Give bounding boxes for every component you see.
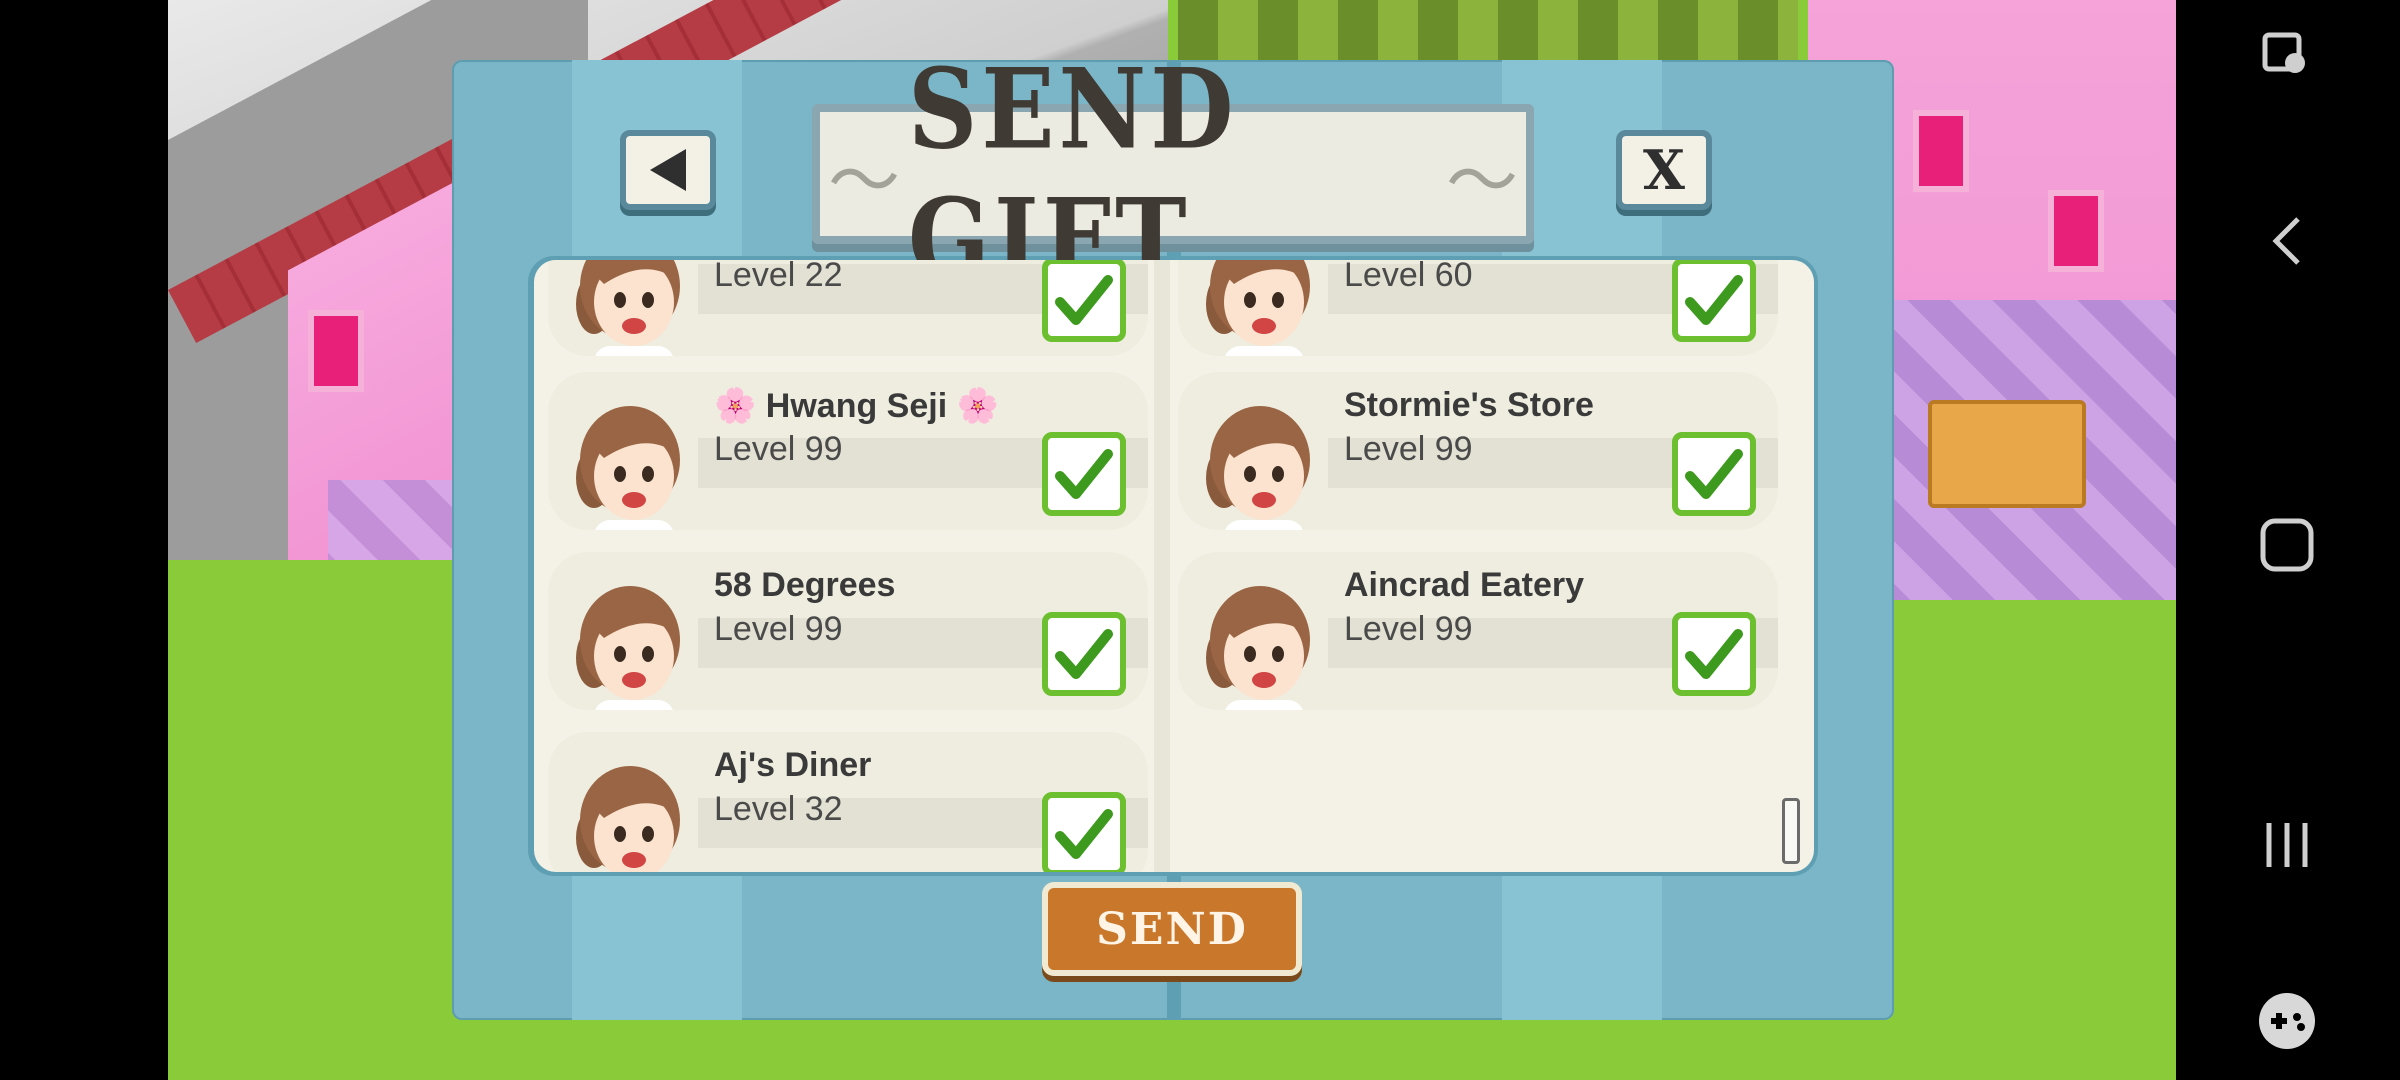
title-plate: 〜 SEND GIFT 〜 [812, 44, 1534, 304]
select-checkbox[interactable] [1042, 432, 1126, 516]
friend-name: 58 Degrees [714, 566, 896, 604]
friend-name: 🌸 Hwang Seji 🌸 [714, 387, 999, 425]
send-button[interactable]: SEND [1042, 882, 1302, 976]
checkmark-icon [1685, 449, 1743, 499]
checkmark-icon [1685, 629, 1743, 679]
friend-card[interactable]: Level 60 [1178, 260, 1778, 356]
cardboard-box [1928, 400, 2086, 508]
select-checkbox[interactable] [1042, 260, 1126, 342]
checkmark-icon [1055, 275, 1113, 325]
select-checkbox[interactable] [1672, 432, 1756, 516]
chef-avatar-icon [1206, 260, 1310, 356]
close-label: X [1643, 138, 1685, 202]
screenshot-touch-icon[interactable] [2242, 10, 2332, 100]
friend-level: Level 99 [714, 430, 843, 468]
friend-list[interactable]: Level 22 Level 60 🌸 Hwang Seji 🌸 Level 9… [534, 260, 1814, 872]
select-checkbox[interactable] [1042, 792, 1126, 872]
checkmark-icon [1685, 275, 1743, 325]
friend-card[interactable]: Aj's Diner Level 32 [548, 732, 1148, 872]
back-button[interactable] [620, 130, 716, 210]
wall-window [1913, 110, 1969, 192]
send-label: SEND [1096, 903, 1248, 955]
game-tools-icon[interactable] [2242, 976, 2332, 1066]
close-button[interactable]: X [1616, 130, 1712, 210]
friend-name: Stormie's Store [1344, 386, 1594, 424]
chef-avatar-icon [576, 586, 680, 710]
friend-level: Level 99 [1344, 610, 1473, 648]
select-checkbox[interactable] [1672, 260, 1756, 342]
friend-name: Aincrad Eatery [1344, 566, 1584, 604]
checkmark-icon [1055, 449, 1113, 499]
friend-level: Level 32 [714, 790, 843, 828]
triangle-left-icon [650, 149, 686, 191]
friend-level: Level 60 [1344, 260, 1473, 294]
friend-card[interactable]: Stormie's Store Level 99 [1178, 372, 1778, 530]
chef-avatar-icon [576, 406, 680, 530]
friend-card[interactable]: Level 22 [548, 260, 1148, 356]
column-divider [1154, 260, 1170, 872]
system-navigation-bar [2176, 0, 2400, 1080]
friend-card[interactable]: Aincrad Eatery Level 99 [1178, 552, 1778, 710]
select-checkbox[interactable] [1042, 612, 1126, 696]
flourish-left-icon: 〜 [828, 138, 901, 223]
send-gift-dialog: 〜 SEND GIFT 〜 X Level 22 Level 60 🌸 Hwan… [452, 44, 1894, 1020]
friend-card[interactable]: 🌸 Hwang Seji 🌸 Level 99 [548, 372, 1148, 530]
friend-level: Level 22 [714, 260, 843, 294]
checkmark-icon [1055, 629, 1113, 679]
chef-avatar-icon [1206, 586, 1310, 710]
home-icon[interactable] [2242, 500, 2332, 590]
friend-level: Level 99 [714, 610, 843, 648]
wall-window [2048, 190, 2104, 272]
chef-avatar-icon [1206, 406, 1310, 530]
recents-icon[interactable] [2242, 800, 2332, 890]
back-icon[interactable] [2242, 196, 2332, 286]
friend-card[interactable]: 58 Degrees Level 99 [548, 552, 1148, 710]
flourish-right-icon: 〜 [1445, 138, 1518, 223]
friend-name: Aj's Diner [714, 746, 872, 784]
select-checkbox[interactable] [1672, 612, 1756, 696]
scrollbar-thumb[interactable] [1782, 798, 1800, 864]
chef-avatar-icon [576, 766, 680, 872]
wall-window [308, 310, 364, 392]
checkmark-icon [1055, 809, 1113, 859]
friend-level: Level 99 [1344, 430, 1473, 468]
chef-avatar-icon [576, 260, 680, 356]
